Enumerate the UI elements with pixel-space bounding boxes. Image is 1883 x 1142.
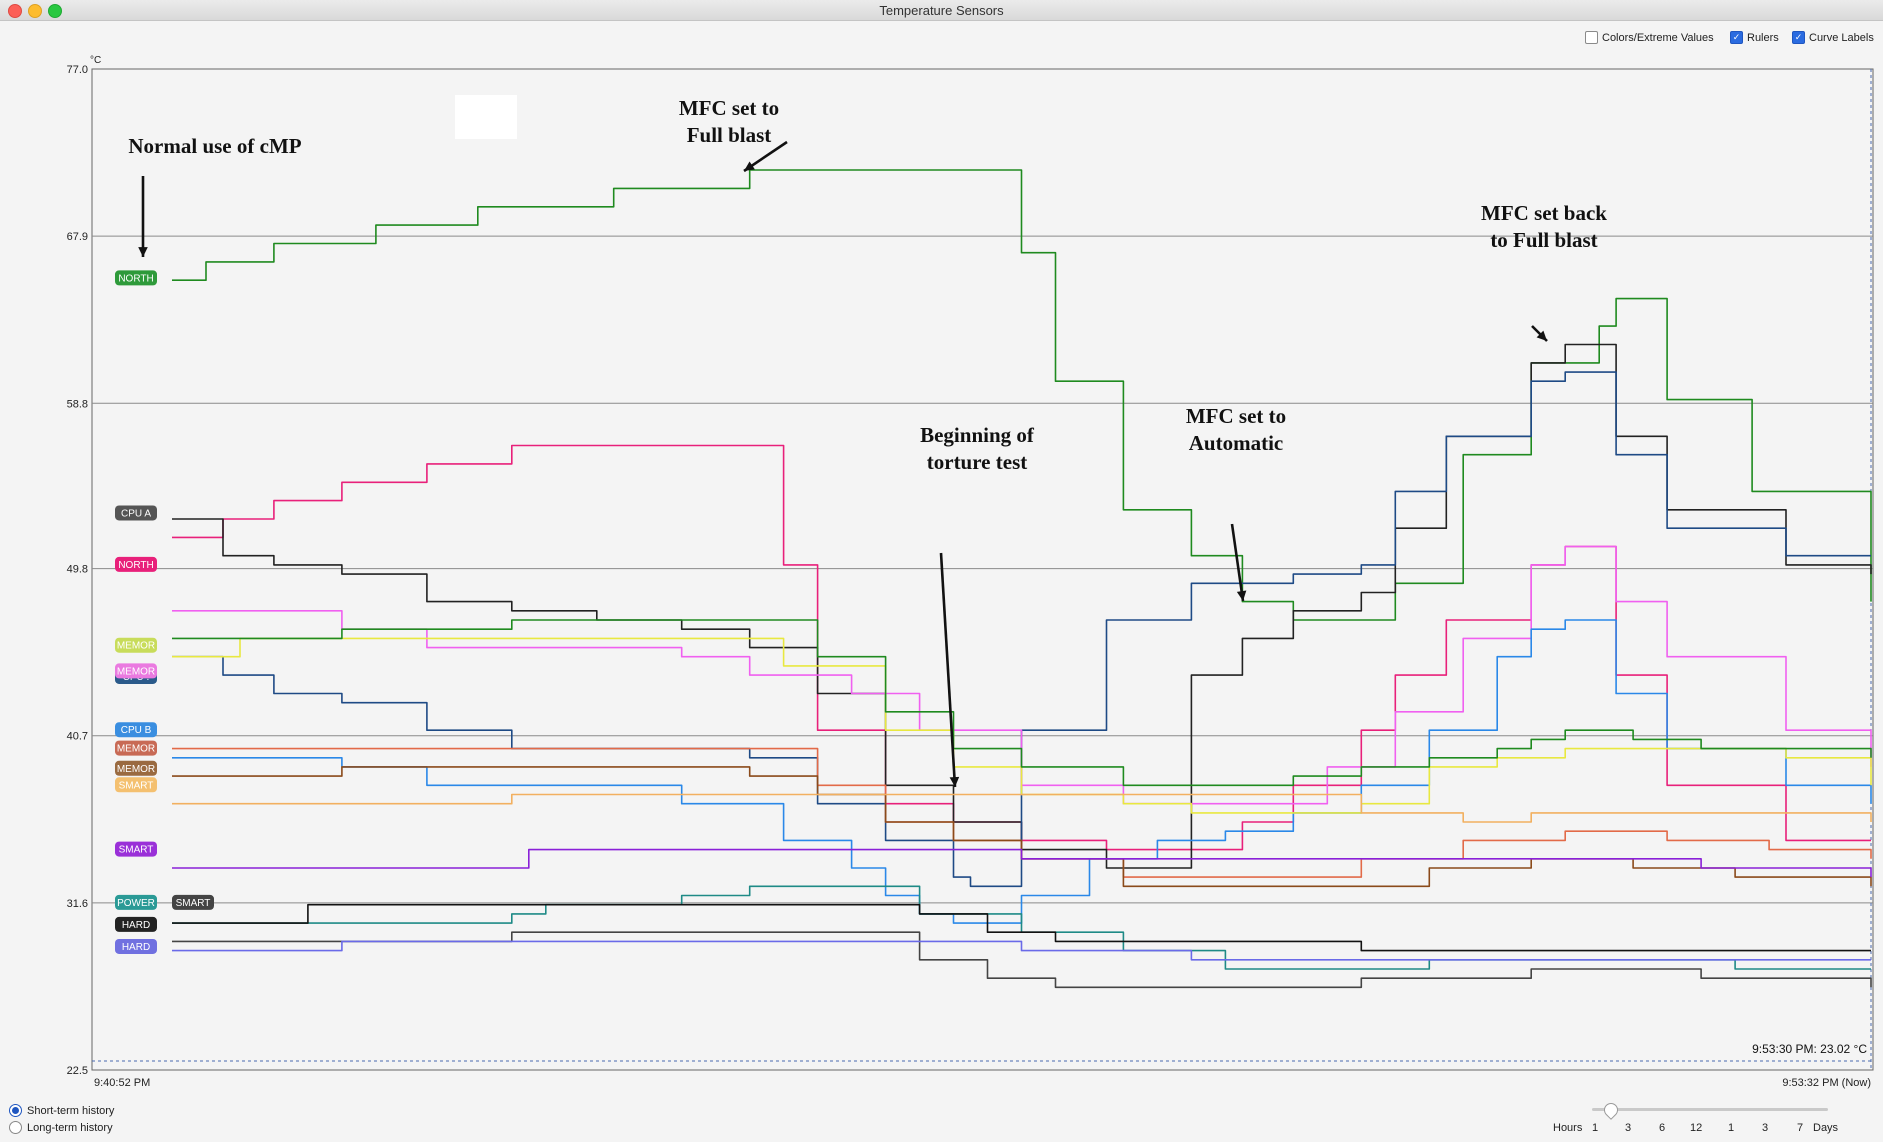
radio-label: Short-term history [27, 1104, 115, 1117]
curve-label: HARD [115, 938, 157, 954]
curve-label-text: POWER [117, 898, 155, 909]
y-unit-label: °C [90, 55, 101, 66]
curve-label-text: MEMOR [117, 641, 155, 652]
annotation-text: MFC set to [679, 96, 779, 120]
curve-label: SMART [172, 894, 214, 910]
annotation-text: Normal use of cMP [128, 134, 301, 158]
annotation-text: Automatic [1189, 431, 1283, 455]
blank-patch [455, 95, 517, 139]
timescale-slider-track[interactable] [1592, 1108, 1828, 1111]
colors-extreme-values-checkbox[interactable]: Colors/Extreme Values [1585, 31, 1714, 44]
curve-label: NORTH [115, 556, 157, 572]
curve-label: POWER [115, 894, 157, 910]
annotation-text: Beginning of [920, 423, 1035, 447]
slider-tick: 6 [1659, 1122, 1666, 1134]
curve-label: MEMOR [115, 760, 157, 776]
slider-tick: 3 [1762, 1122, 1769, 1134]
long-term-history-radio[interactable]: Long-term history [9, 1121, 113, 1134]
annotation-text: MFC set back [1481, 201, 1607, 225]
annotation-text: torture test [927, 450, 1027, 474]
slider-tick: 3 [1625, 1122, 1632, 1134]
curve-label: SMART [115, 777, 157, 793]
y-tick-label: 58.8 [67, 398, 88, 410]
rulers-checkbox[interactable]: ✓ Rulers [1730, 31, 1779, 44]
checkbox-label: Curve Labels [1809, 31, 1874, 44]
temperature-chart: 77.0 67.9 58.8 49.8 40.7 31.6 22.5 °C 9:40:52 PM… [67, 55, 1874, 1089]
radio-button[interactable] [9, 1104, 22, 1117]
slider-tick: 12 [1690, 1122, 1703, 1134]
curve-label: MEMOR [115, 637, 157, 653]
curve-label: CPU A [115, 505, 157, 521]
curve-label-text: NORTH [118, 273, 153, 284]
curve-label: HARD [115, 916, 157, 932]
y-tick-label: 40.7 [67, 731, 88, 743]
checkbox-box[interactable]: ✓ [1730, 31, 1743, 44]
radio-label: Long-term history [27, 1121, 113, 1134]
cursor-readout: 9:53:30 PM: 23.02 °C [1752, 1042, 1867, 1056]
curve-label-text: MEMOR [117, 744, 155, 755]
curve-label-text: CPU A [121, 508, 151, 519]
checkbox-box[interactable] [1585, 31, 1598, 44]
curve-labels-checkbox[interactable]: ✓ Curve Labels [1792, 31, 1874, 44]
annotation-text: to Full blast [1490, 228, 1597, 252]
slider-tick: 1 [1728, 1122, 1735, 1134]
x-start-label: 9:40:52 PM [94, 1077, 150, 1089]
annotation-text: Full blast [687, 123, 772, 147]
curve-label-text: MEMOR [117, 666, 155, 677]
curve-label-text: SMART [176, 898, 211, 909]
y-tick-label: 67.9 [67, 231, 88, 243]
x-end-label: 9:53:32 PM (Now) [1782, 1077, 1871, 1089]
radio-button[interactable] [9, 1121, 22, 1134]
curve-label: CPU B [115, 722, 157, 738]
curve-label-text: SMART [119, 845, 154, 856]
curve-label: MEMOR [115, 663, 157, 679]
checkbox-box[interactable]: ✓ [1792, 31, 1805, 44]
curve-label-text: SMART [119, 780, 154, 791]
curve-label: MEMOR [115, 740, 157, 756]
annotation-text: MFC set to [1186, 404, 1286, 428]
curve-label-text: HARD [122, 942, 150, 953]
slider-tick: 1 [1592, 1122, 1599, 1134]
short-term-history-radio[interactable]: Short-term history [9, 1104, 114, 1117]
y-tick-label: 22.5 [67, 1065, 88, 1077]
curve-label-text: MEMOR [117, 764, 155, 775]
checkbox-label: Colors/Extreme Values [1602, 31, 1714, 44]
checkbox-label: Rulers [1747, 31, 1779, 44]
hours-label: Hours [1553, 1122, 1583, 1134]
curve-label: NORTH [115, 270, 157, 286]
y-tick-label: 77.0 [67, 64, 88, 76]
slider-tick: 7 [1797, 1122, 1804, 1134]
y-tick-label: 31.6 [67, 898, 88, 910]
y-tick-label: 49.8 [67, 564, 88, 576]
curve-label-text: NORTH [118, 560, 153, 571]
curve-label-text: CPU B [121, 725, 152, 736]
title-bar: Temperature Sensors [0, 0, 1883, 21]
curve-label: SMART [115, 841, 157, 857]
window-title: Temperature Sensors [879, 3, 1004, 18]
days-label: Days [1813, 1122, 1839, 1134]
curve-label-text: HARD [122, 920, 150, 931]
